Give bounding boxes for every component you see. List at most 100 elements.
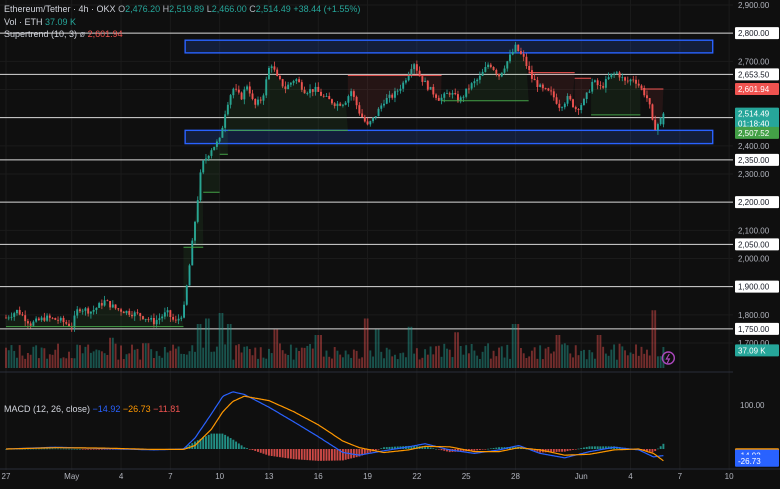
volume-bar bbox=[626, 355, 629, 368]
volume-bar bbox=[103, 353, 106, 368]
volume-bar bbox=[544, 348, 547, 368]
macd-histogram-bar bbox=[254, 449, 257, 451]
volume-bar bbox=[331, 358, 333, 368]
macd-histogram-bar bbox=[95, 449, 98, 450]
level-tag: 1,900.00 bbox=[738, 283, 770, 292]
volume-bar bbox=[196, 324, 199, 368]
volume-bar bbox=[224, 344, 227, 368]
volume-bar bbox=[237, 344, 240, 368]
macd-histogram-bar bbox=[574, 449, 577, 450]
volume-bar bbox=[300, 347, 303, 368]
volume-bar bbox=[309, 344, 312, 368]
macd-histogram-bar bbox=[273, 449, 276, 457]
volume-bar bbox=[281, 350, 284, 368]
macd-histogram-bar bbox=[311, 449, 314, 461]
y-tick-label: 2,700.00 bbox=[738, 57, 770, 66]
volume-bar bbox=[276, 329, 279, 368]
candle bbox=[317, 82, 320, 92]
volume-bar bbox=[632, 353, 635, 368]
macd-histogram-bar bbox=[383, 447, 385, 449]
volume-bar bbox=[333, 347, 336, 368]
volume-bar bbox=[366, 318, 369, 368]
macd-histogram-bar bbox=[651, 449, 654, 453]
volume-bar bbox=[320, 335, 322, 368]
candle bbox=[325, 93, 328, 97]
candle-body bbox=[454, 93, 457, 95]
volume-bar bbox=[139, 359, 142, 368]
candle-body bbox=[580, 105, 583, 111]
volume-bar bbox=[152, 357, 155, 368]
candle-body bbox=[298, 79, 301, 83]
volume-bar bbox=[446, 348, 448, 368]
volume-bar bbox=[59, 358, 62, 368]
volume-bar bbox=[596, 335, 599, 368]
volume-bar bbox=[380, 351, 383, 368]
candle-body bbox=[317, 86, 320, 92]
candle-body bbox=[374, 116, 377, 118]
candle-body bbox=[522, 53, 525, 57]
x-tick-label: 10 bbox=[725, 472, 734, 481]
macd-histogram-bar bbox=[659, 446, 662, 449]
macd-histogram-bar bbox=[76, 448, 79, 450]
macd-histogram-bar bbox=[68, 448, 70, 450]
volume-bar bbox=[615, 359, 618, 368]
volume-bar bbox=[350, 357, 353, 368]
volume-bar bbox=[76, 344, 79, 368]
volume-bar bbox=[54, 349, 57, 368]
volume-bar bbox=[618, 343, 621, 368]
volume-bar bbox=[180, 353, 183, 368]
macd-histogram-bar bbox=[92, 449, 95, 450]
volume-bar bbox=[602, 346, 605, 368]
supertrend-fill bbox=[219, 101, 228, 155]
volume-bar bbox=[574, 345, 577, 368]
volume-bar bbox=[478, 359, 481, 368]
macd-histogram-bar bbox=[577, 448, 580, 450]
x-tick-label: 13 bbox=[265, 472, 274, 481]
macd-histogram-bar bbox=[59, 448, 62, 450]
chart-area[interactable]: 1,700.001,800.001,900.002,000.002,100.00… bbox=[0, 0, 780, 484]
supertrend-fill bbox=[203, 140, 220, 193]
time-axis: 27 May 4 7 10 13 16 19 22 25 28 Jun 4 7 10 bbox=[0, 468, 780, 481]
volume-bar bbox=[394, 354, 396, 368]
x-tick-label: 10 bbox=[215, 472, 224, 481]
macd-histogram-bar bbox=[572, 449, 574, 450]
volume-bar bbox=[583, 349, 585, 368]
candle-body bbox=[328, 96, 331, 100]
volume-bar bbox=[287, 354, 290, 368]
candle-body bbox=[577, 109, 580, 111]
candle-body bbox=[51, 317, 54, 319]
x-tick-label: 7 bbox=[168, 472, 173, 481]
volume-bar bbox=[147, 343, 150, 368]
volume-bar bbox=[377, 329, 380, 368]
volume-bar bbox=[289, 344, 292, 368]
volume-bar bbox=[465, 345, 468, 368]
candle-body bbox=[347, 96, 350, 103]
volume-bar bbox=[306, 345, 309, 368]
volume-bar bbox=[106, 354, 109, 368]
x-tick-label: 16 bbox=[314, 472, 323, 481]
candle bbox=[662, 112, 665, 128]
macd-histogram-bar bbox=[295, 449, 298, 460]
price-tag: 2,507.52 bbox=[738, 129, 770, 138]
volume-bar bbox=[550, 353, 553, 368]
volume-bar bbox=[541, 359, 544, 368]
macd-histogram-bar bbox=[292, 449, 295, 460]
x-tick-label: 7 bbox=[678, 472, 683, 481]
candle-body bbox=[254, 98, 257, 105]
macd-histogram-bar bbox=[215, 433, 218, 449]
volume-bar bbox=[298, 350, 301, 368]
macd-histogram-bar bbox=[81, 449, 84, 450]
volume-bar bbox=[656, 356, 659, 368]
chart-svg[interactable]: 1,700.001,800.001,900.002,000.002,100.00… bbox=[0, 0, 780, 484]
macd-histogram-bar bbox=[561, 449, 564, 452]
volume-bar bbox=[410, 326, 413, 368]
volume-bar bbox=[599, 335, 602, 368]
volume-bar bbox=[640, 346, 643, 368]
macd-histogram-bar bbox=[284, 449, 287, 458]
macd-histogram-bar bbox=[48, 448, 51, 450]
candle-body bbox=[437, 97, 440, 101]
macd-histogram-bar bbox=[57, 448, 60, 450]
volume-bar bbox=[161, 357, 164, 368]
volume-bar bbox=[517, 324, 520, 368]
volume-bar bbox=[109, 337, 112, 368]
